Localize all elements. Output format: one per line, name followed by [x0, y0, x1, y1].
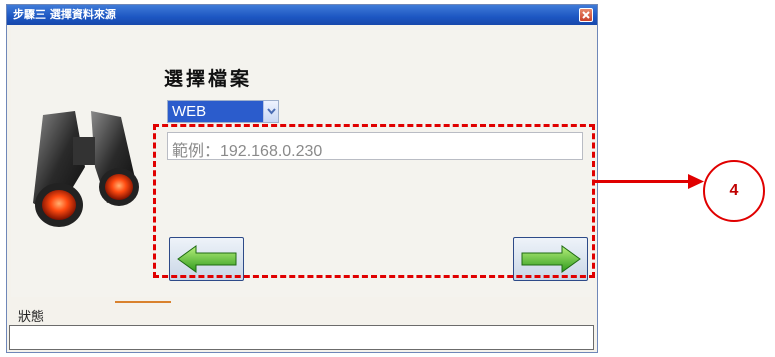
annotation-callout: 4: [703, 160, 765, 222]
window-title: 步驟三 選擇資料來源: [13, 8, 116, 21]
source-select-value: WEB: [168, 101, 264, 122]
close-icon: [582, 11, 590, 19]
status-label: 狀態: [18, 310, 45, 325]
annotation-highlight-box: [153, 124, 595, 278]
chevron-down-icon: [267, 108, 276, 115]
close-button[interactable]: [579, 8, 593, 22]
source-select[interactable]: WEB: [167, 100, 279, 123]
annotation-arrow-line: [592, 180, 692, 183]
annotation-number: 4: [729, 182, 739, 199]
title-bar[interactable]: 步驟三 選擇資料來源: [7, 5, 597, 25]
page-heading: 選擇檔案: [164, 68, 253, 90]
dropdown-button[interactable]: [263, 101, 278, 122]
divider: [115, 301, 171, 303]
binoculars-icon: [33, 111, 139, 227]
status-field: [9, 325, 594, 350]
